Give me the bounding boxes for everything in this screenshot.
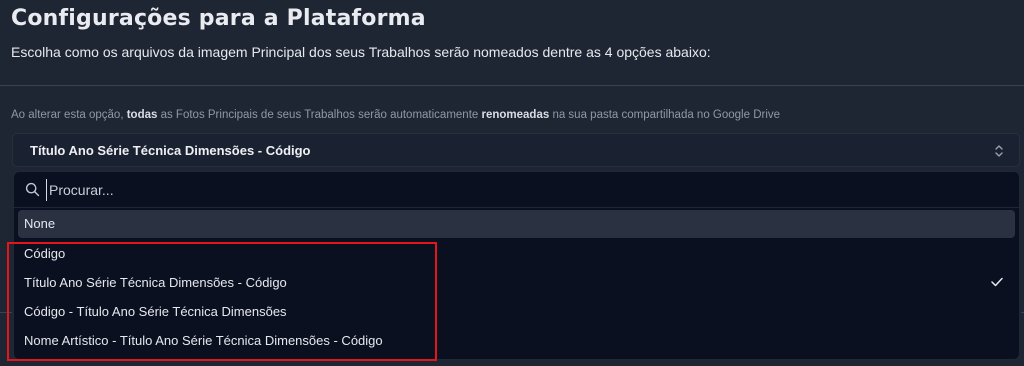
option-codigo[interactable]: Código: [18, 240, 1015, 268]
check-icon: [991, 277, 1003, 287]
notice-text-2: as Fotos Principais de seus Trabalhos se…: [157, 109, 482, 121]
page-title: Configurações para a Plataforma: [11, 6, 426, 31]
notice-text-3: na sua pasta compartilhada no Google Dri…: [549, 109, 781, 121]
section-divider: [0, 85, 1024, 86]
page-subtitle: Escolha como os arquivos da imagem Princ…: [11, 44, 711, 60]
notice-bold-renomeadas: renomeadas: [481, 109, 550, 121]
option-label: Nome Artístico - Título Ano Série Técnic…: [24, 333, 383, 348]
option-label: Código - Título Ano Série Técnica Dimens…: [24, 304, 287, 319]
chevron-up-down-icon: [995, 145, 1003, 157]
select-value: Título Ano Série Técnica Dimensões - Cód…: [30, 143, 311, 158]
bottom-divider-left: [0, 312, 12, 313]
option-titulo-codigo[interactable]: Título Ano Série Técnica Dimensões - Cód…: [18, 269, 1015, 297]
search-row: [14, 172, 1019, 208]
option-codigo-titulo[interactable]: Código - Título Ano Série Técnica Dimens…: [18, 298, 1015, 326]
search-input[interactable]: [46, 179, 949, 201]
select-dropdown: None Código Título Ano Série Técnica Dim…: [13, 171, 1020, 360]
option-none[interactable]: None: [18, 210, 1015, 238]
rename-notice: Ao alterar esta opção, todas as Fotos Pr…: [11, 109, 780, 121]
option-label: None: [24, 216, 56, 231]
option-nome-artistico[interactable]: Nome Artístico - Título Ano Série Técnic…: [18, 327, 1015, 355]
search-icon: [25, 182, 40, 197]
naming-select[interactable]: Título Ano Série Técnica Dimensões - Cód…: [12, 133, 1020, 167]
option-label: Código: [24, 246, 66, 261]
notice-text-1: Ao alterar esta opção,: [11, 109, 127, 121]
notice-bold-todas: todas: [126, 109, 158, 121]
option-label: Título Ano Série Técnica Dimensões - Cód…: [24, 275, 287, 290]
